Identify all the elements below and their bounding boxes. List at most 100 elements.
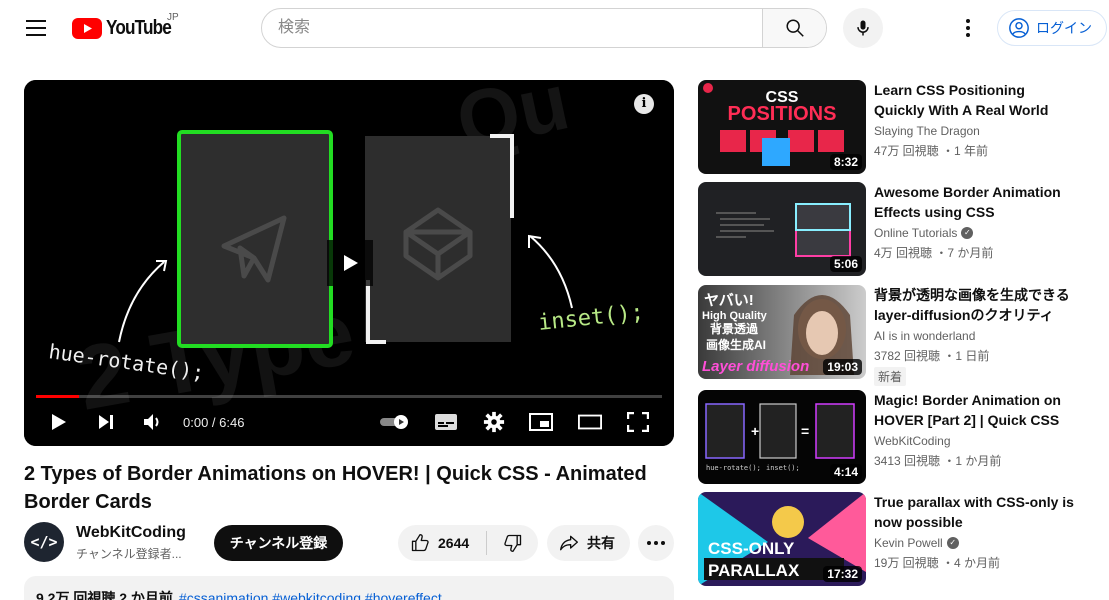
video-duration: 5:06: [829, 256, 862, 272]
channel-name-label: WebKitCoding: [874, 434, 951, 448]
info-icon[interactable]: i: [634, 94, 654, 114]
login-label: ログイン: [1036, 20, 1092, 36]
video-duration: 4:14: [829, 464, 862, 480]
subscriber-count: チャンネル登録者...: [76, 547, 182, 561]
subtitles-icon[interactable]: [434, 410, 458, 434]
recommendation-channel[interactable]: Slaying The Dragon: [874, 124, 980, 138]
hashtags[interactable]: #cssanimation #webkitcoding #hovereffect: [179, 590, 442, 600]
channel-avatar[interactable]: </>: [24, 522, 64, 562]
search-input[interactable]: [262, 9, 762, 47]
recommendation-channel[interactable]: Online Tutorials ✓: [874, 226, 974, 240]
recommendation-item[interactable]: CSS POSITIONS 8:32 Learn CSS Positioning Qu…: [698, 80, 1098, 174]
svg-text:ヤバい!: ヤバい!: [704, 292, 754, 309]
logo-wordmark: YouTube: [106, 16, 172, 39]
menu-icon[interactable]: [16, 8, 56, 48]
channel-name[interactable]: WebKitCoding: [76, 524, 186, 542]
thumbs-down-icon: [503, 534, 521, 552]
svg-text:PARALLAX: PARALLAX: [708, 561, 800, 580]
new-badge: 新着: [874, 367, 907, 386]
microphone-icon: [857, 20, 869, 36]
like-button[interactable]: 2644: [398, 525, 486, 561]
svg-text:hue-rotate();: hue-rotate();: [706, 464, 761, 472]
recommendation-item[interactable]: + = hue-rotate(); inset(); 4:14 Magic! Border…: [698, 390, 1098, 484]
channel-name-label: Slaying The Dragon: [874, 124, 980, 138]
recommendation-meta: 19万 回視聴 ・4 か月前: [874, 556, 1001, 570]
svg-text:画像生成AI: 画像生成AI: [706, 337, 766, 352]
recommendation-title[interactable]: 背景が透明な画像を生成できる layer-diffusionのクオリティー...: [874, 285, 1074, 325]
verified-check-icon: ✓: [946, 537, 959, 549]
svg-text:CSS-ONLY: CSS-ONLY: [708, 539, 795, 558]
svg-text:Layer diffusion: Layer diffusion: [702, 358, 809, 375]
channel-name-label: Kevin Powell: [874, 536, 943, 550]
recommendation-thumbnail[interactable]: CSS-ONLY PARALLAX 17:32: [698, 492, 866, 586]
svg-text:POSITIONS: POSITIONS: [728, 103, 837, 125]
region-code: JP: [167, 12, 179, 23]
recommendation-thumbnail[interactable]: ヤバい! High Quality 背景透過 画像生成AI Layer diffusio…: [698, 285, 866, 379]
svg-text:inset();: inset();: [766, 464, 800, 472]
recommendation-channel[interactable]: AI is in wonderland: [874, 329, 975, 343]
svg-text:背景透過: 背景透過: [710, 321, 759, 336]
fullscreen-icon[interactable]: [626, 410, 650, 434]
description-box[interactable]: 9.2万 回視聴 2 か月前 #cssanimation #webkitcodin…: [24, 576, 674, 600]
svg-text:+: +: [751, 423, 759, 439]
progress-bar[interactable]: [36, 395, 662, 398]
masthead: YouTube JP ログイン: [0, 0, 1109, 56]
recommendation-meta: 47万 回視聴 ・1 年前: [874, 144, 989, 158]
center-play-icon[interactable]: [327, 240, 373, 286]
youtube-logo[interactable]: YouTube: [72, 16, 182, 40]
recommendation-thumbnail[interactable]: + = hue-rotate(); inset(); 4:14: [698, 390, 866, 484]
svg-text:High Quality: High Quality: [702, 310, 768, 322]
progress-fill: [36, 395, 79, 398]
view-stats: 9.2万 回視聴 2 か月前: [36, 590, 173, 600]
time-display: 0:00 / 6:46: [183, 415, 245, 430]
recommendation-meta: 3782 回視聴 ・1 日前: [874, 349, 990, 363]
more-actions-icon[interactable]: [638, 525, 674, 561]
share-arrow-icon: [560, 535, 578, 551]
next-icon[interactable]: [94, 410, 118, 434]
recommendation-item[interactable]: 5:06 Awesome Border Animation Effects usi…: [698, 182, 1098, 276]
video-title: 2 Types of Border Animations on HOVER! |…: [24, 463, 647, 513]
recommendation-title[interactable]: Magic! Border Animation on HOVER [Part 2…: [874, 390, 1074, 430]
autoplay-toggle-icon[interactable]: [379, 410, 413, 434]
recommendation-meta: 3413 回視聴 ・1 か月前: [874, 454, 1002, 468]
svg-text:=: =: [801, 423, 809, 439]
settings-gear-icon[interactable]: [482, 410, 506, 434]
verified-check-icon: ✓: [961, 227, 974, 239]
settings-more-icon[interactable]: [954, 14, 982, 42]
thumbs-up-icon: [411, 534, 429, 552]
recommendation-thumbnail[interactable]: CSS POSITIONS 8:32: [698, 80, 866, 174]
video-duration: 19:03: [823, 359, 862, 375]
recommendation-item[interactable]: CSS-ONLY PARALLAX 17:32 True parallax with …: [698, 492, 1098, 586]
search-icon: [785, 19, 804, 37]
search-box: [261, 8, 827, 48]
like-dislike-group: 2644: [398, 525, 538, 561]
recommendation-thumbnail[interactable]: 5:06: [698, 182, 866, 276]
login-button[interactable]: ログイン: [997, 10, 1107, 46]
voice-search-button[interactable]: [843, 8, 883, 48]
recommendation-channel[interactable]: Kevin Powell ✓: [874, 536, 959, 550]
recommendation-meta: 4万 回視聴 ・7 か月前: [874, 246, 994, 260]
dislike-button[interactable]: [487, 525, 538, 561]
channel-name-label: Online Tutorials: [874, 226, 958, 240]
play-icon[interactable]: [46, 410, 70, 434]
recommendation-title[interactable]: True parallax with CSS-only is now possi…: [874, 492, 1074, 532]
recommendation-item[interactable]: ヤバい! High Quality 背景透過 画像生成AI Layer diffusio…: [698, 285, 1098, 386]
search-button[interactable]: [762, 9, 826, 47]
video-duration: 8:32: [829, 154, 862, 170]
miniplayer-icon[interactable]: [529, 410, 553, 434]
account-icon: [1009, 18, 1029, 38]
recommendation-title[interactable]: Awesome Border Animation Effects using C…: [874, 182, 1074, 222]
volume-icon[interactable]: [141, 410, 165, 434]
recommendation-channel[interactable]: WebKitCoding: [874, 434, 951, 448]
share-label: 共有: [587, 535, 615, 551]
recommendation-title[interactable]: Learn CSS Positioning Quickly With A Rea…: [874, 80, 1074, 120]
youtube-play-logo-icon: [72, 17, 102, 39]
subscribe-button[interactable]: チャンネル登録: [214, 525, 343, 561]
video-duration: 17:32: [823, 566, 862, 582]
channel-name-label: AI is in wonderland: [874, 329, 976, 343]
like-count: 2644: [438, 535, 470, 551]
share-button[interactable]: 共有: [547, 525, 630, 561]
video-player[interactable]: Qu 2 Type hue-rotate(); inset(); i 0:00 …: [24, 80, 674, 446]
player-controls: 0:00 / 6:46: [24, 406, 674, 438]
theater-mode-icon[interactable]: [578, 410, 602, 434]
